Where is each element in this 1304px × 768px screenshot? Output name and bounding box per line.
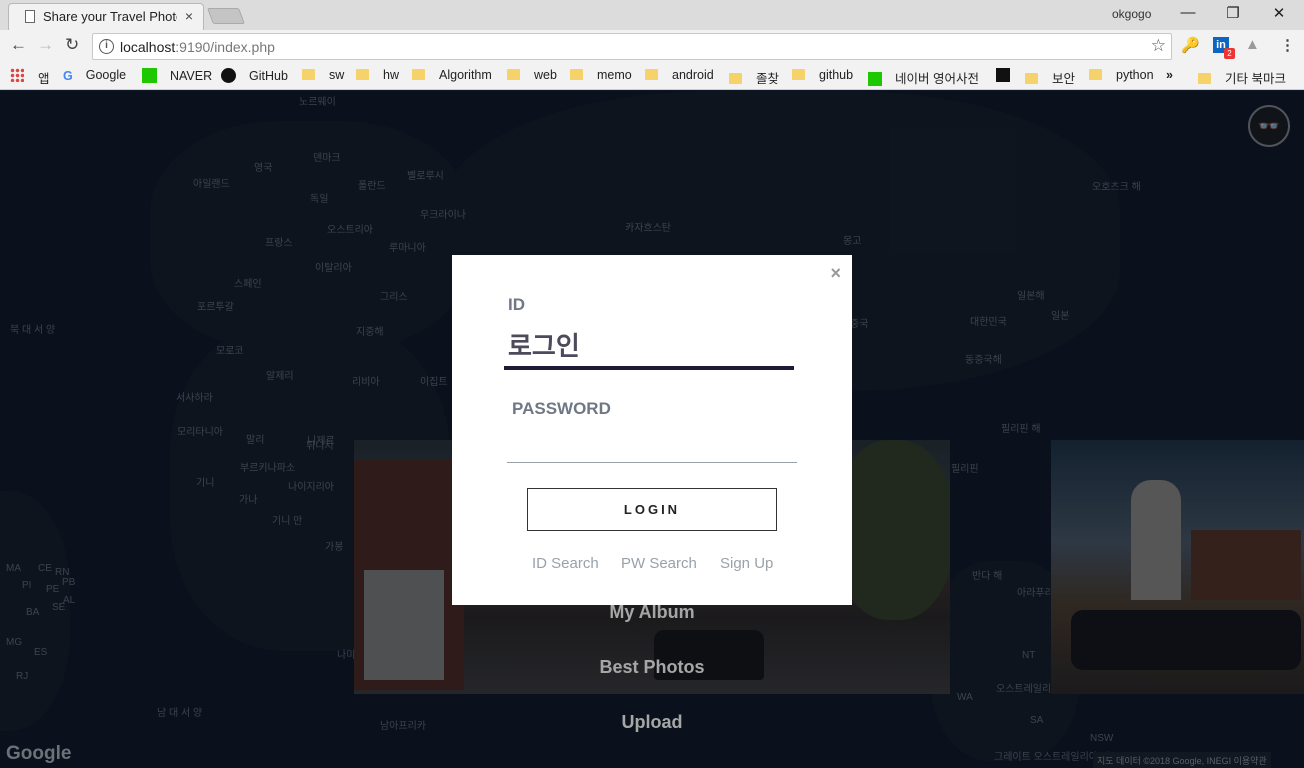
minimize-button[interactable]: — [1165,4,1211,21]
bookmark-star-icon[interactable]: ☆ [1151,36,1166,56]
menu-dots-icon[interactable]: ⋮ [1280,36,1295,54]
bookmark-folder-hw[interactable]: hw [356,68,399,82]
bookmarks-overflow-icon[interactable]: » [1166,68,1173,82]
bookmarks-bar: 앱 G Google NAVER GitHub sw hw Algorithm w… [0,63,1304,90]
github-icon [221,68,236,83]
bookmark-google[interactable]: G Google [63,68,126,83]
folder-icon [792,69,805,80]
apps-grid-icon[interactable] [10,68,24,82]
back-icon[interactable]: ← [10,35,27,55]
bookmark-folder-web[interactable]: web [507,68,557,82]
folder-icon [1089,69,1102,80]
close-icon[interactable]: × [830,263,841,284]
bookmark-jb[interactable] [996,68,1010,82]
tab-title: Share your Travel Photo [43,9,177,24]
bookmark-folder-python[interactable]: python [1089,68,1154,82]
bookmark-folder-memo[interactable]: memo [570,68,632,82]
close-window-button[interactable]: ✕ [1256,4,1302,22]
site-info-icon[interactable]: i [99,39,114,54]
document-icon [25,10,35,23]
browser-toolbar: ← → ↻ i localhost:9190/index.php ☆ 🔑 in … [0,30,1304,63]
login-button[interactable]: LOGIN [527,488,777,531]
bookmark-other-folder[interactable]: 기타 북마크 [1198,68,1286,87]
password-input[interactable] [507,425,797,463]
folder-icon [412,69,425,80]
url-text[interactable]: localhost:9190/index.php [120,39,275,55]
drive-extension-icon[interactable]: ▲ [1245,36,1260,53]
folder-icon [570,69,583,80]
sign-up-link[interactable]: Sign Up [720,555,773,572]
dictionary-icon [868,72,882,86]
login-modal: × ID PASSWORD LOGIN ID Search PW Search … [452,255,852,605]
folder-icon [645,69,658,80]
address-bar[interactable]: i localhost:9190/index.php ☆ [92,33,1172,60]
new-tab-button[interactable] [207,8,245,24]
bookmark-github[interactable]: GitHub [221,68,288,83]
key-extension-icon[interactable]: 🔑 [1181,36,1200,54]
folder-icon [1198,73,1211,84]
folder-icon [302,69,315,80]
google-icon: G [63,69,73,83]
folder-icon [1025,73,1038,84]
bookmark-folder-algorithm[interactable]: Algorithm [412,68,492,82]
folder-icon [507,69,520,80]
bookmark-apps[interactable]: 앱 [38,68,50,87]
id-input[interactable] [504,322,794,370]
pw-search-link[interactable]: PW Search [621,555,697,572]
bookmark-folder-security[interactable]: 보안 [1025,68,1075,87]
tab-close-icon[interactable]: × [185,8,193,24]
browser-tab[interactable]: Share your Travel Photo × [8,3,204,30]
id-label: ID [508,295,525,314]
bookmark-folder-jolchat[interactable]: 졸찾 [729,68,779,87]
bookmark-naver-dictionary[interactable]: 네이버 영어사전 [868,68,979,87]
tab-strip: Share your Travel Photo × okgogo — ❐ ✕ [0,0,1304,30]
reload-icon[interactable]: ↻ [65,35,79,55]
folder-icon [729,73,742,84]
jetbrains-icon [996,68,1010,82]
naver-icon [142,68,157,83]
folder-icon [356,69,369,80]
bookmark-naver[interactable]: NAVER [142,68,212,83]
password-label: PASSWORD [512,399,611,418]
bookmark-folder-sw[interactable]: sw [302,68,344,82]
forward-icon[interactable]: → [37,35,54,55]
id-search-link[interactable]: ID Search [532,555,599,572]
bookmark-folder-github[interactable]: github [792,68,853,82]
restore-button[interactable]: ❐ [1210,4,1256,22]
profile-name[interactable]: okgogo [1112,7,1151,21]
notification-badge: 2 [1224,48,1235,59]
bookmark-folder-android[interactable]: android [645,68,714,82]
